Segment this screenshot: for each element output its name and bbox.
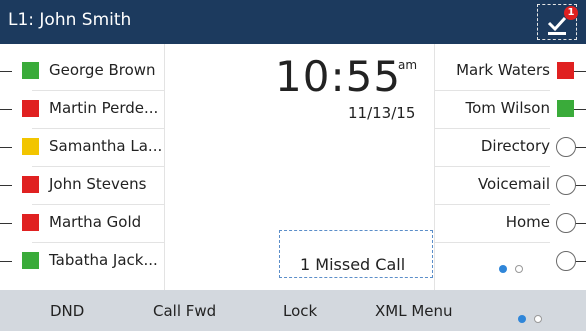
line-key-label: Voicemail (477, 175, 550, 193)
missed-call-text: 1 Missed Call (300, 255, 406, 274)
softkey-dnd[interactable]: DND (50, 302, 84, 320)
empty-key-indicator (556, 175, 576, 195)
presence-indicator (557, 100, 574, 117)
clock-time: 10:55 (275, 52, 402, 101)
line-key-label: Martin Perde... (49, 99, 159, 117)
empty-key-indicator (556, 251, 576, 271)
line-header: L1: John Smith 1 (0, 0, 586, 44)
line-key-right-4[interactable]: Voicemail (434, 166, 586, 205)
empty-key-indicator (556, 137, 576, 157)
key-connector (0, 223, 12, 224)
line-key-label: John Stevens (49, 175, 147, 193)
softkey-lock[interactable]: Lock (283, 302, 317, 320)
line-key-page-indicator[interactable] (499, 258, 531, 277)
line-key-right-5[interactable]: Home (434, 204, 586, 243)
presence-indicator (22, 100, 39, 117)
presence-indicator (557, 62, 574, 79)
line-key-right-2[interactable]: Tom Wilson (434, 90, 586, 129)
notification-button[interactable]: 1 (537, 4, 578, 40)
left-divider (164, 44, 165, 290)
line-key-label: Directory (480, 137, 550, 155)
line-key-label: Tabatha Jack... (49, 251, 158, 269)
line-key-label: Home (505, 213, 550, 231)
presence-indicator (22, 138, 39, 155)
line-key-right-3[interactable]: Directory (434, 128, 586, 167)
line-key-left-5[interactable]: Martha Gold (0, 204, 164, 243)
key-connector (574, 109, 586, 110)
presence-indicator (22, 62, 39, 79)
key-connector (0, 147, 12, 148)
softkey-bar: DND Call Fwd Lock XML Menu (0, 290, 586, 331)
key-connector (0, 71, 12, 72)
line-key-left-3[interactable]: Samantha La... (0, 128, 164, 167)
page-dot-active (499, 265, 507, 273)
line-key-label: Tom Wilson (465, 99, 550, 117)
line-key-label: George Brown (49, 61, 156, 79)
page-dot-active (518, 315, 526, 323)
line-key-label: Martha Gold (49, 213, 142, 231)
missed-call-notice[interactable]: 1 Missed Call (279, 230, 433, 278)
line-key-left-6[interactable]: Tabatha Jack... (0, 242, 164, 280)
softkey-call-fwd[interactable]: Call Fwd (153, 302, 216, 320)
key-connector (574, 71, 586, 72)
clock-ampm: am (398, 58, 418, 72)
presence-indicator (22, 252, 39, 269)
line-key-left-2[interactable]: Martin Perde... (0, 90, 164, 129)
key-connector (0, 185, 12, 186)
line-key-label: Samantha La... (49, 137, 163, 155)
presence-indicator (22, 176, 39, 193)
key-connector (0, 261, 12, 262)
empty-key-indicator (556, 213, 576, 233)
line-title: L1: John Smith (8, 10, 132, 30)
softkey-page-indicator[interactable] (518, 308, 550, 327)
softkey-xml-menu[interactable]: XML Menu (375, 302, 453, 320)
page-dot-inactive (534, 315, 542, 323)
checkmark-tray-icon (547, 17, 567, 35)
line-key-left-1[interactable]: George Brown (0, 52, 164, 91)
clock-date: 11/13/15 (348, 104, 416, 122)
page-dot-inactive (515, 265, 523, 273)
line-key-label: Mark Waters (456, 61, 550, 79)
notification-badge: 1 (564, 6, 578, 20)
key-connector (0, 109, 12, 110)
line-key-left-4[interactable]: John Stevens (0, 166, 164, 205)
presence-indicator (22, 214, 39, 231)
line-key-right-1[interactable]: Mark Waters (434, 52, 586, 91)
